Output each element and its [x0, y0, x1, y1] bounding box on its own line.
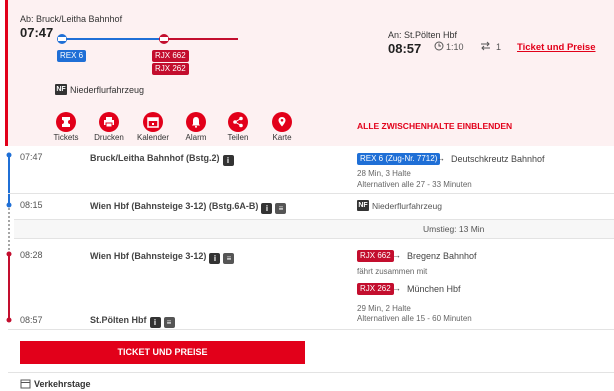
leg2-arrival-stop: St.Pölten Hbf i ≡: [90, 315, 175, 328]
elevator-icon[interactable]: ≡: [275, 203, 287, 214]
divider: [8, 372, 614, 373]
departure-time: 07:47: [20, 25, 54, 40]
train-badge-rjx-662: RJX 662: [152, 50, 189, 62]
print-icon[interactable]: [99, 112, 119, 132]
info-icon[interactable]: i: [209, 253, 221, 264]
leg2-arrow-icon: →: [392, 250, 401, 260]
changes-count: 1: [496, 42, 502, 52]
duration-value: 1:10: [446, 42, 464, 52]
leg2-destination2: München Hbf: [407, 284, 461, 294]
leg1-arrival-time: 08:15: [20, 200, 43, 210]
low-floor-label: Niederflurfahrzeug: [70, 85, 145, 95]
arrival-time: 08:57: [388, 41, 422, 56]
departure-label: Ab: Bruck/Leitha Bahnhof: [20, 14, 123, 24]
action-label[interactable]: Alarm: [176, 133, 216, 142]
leg2-arrival-time: 08:57: [20, 315, 43, 325]
ticket-and-price-button[interactable]: TICKET UND PREISE: [20, 341, 305, 364]
leg1-arrival-stop: Wien Hbf (Bahnsteige 3-12) (Bstg.6A-B) i ≡: [90, 201, 287, 214]
elevator-icon[interactable]: ≡: [163, 317, 175, 328]
leg1-departure-stop: Bruck/Leitha Bahnhof (Bstg.2) i: [90, 153, 234, 166]
bell-icon[interactable]: [186, 112, 206, 132]
operating-days-toggle[interactable]: Verkehrstage: [34, 379, 91, 389]
divider: [8, 193, 614, 194]
route-timeline: [57, 34, 238, 44]
leg2-alternatives: Alternativen alle 15 - 60 Minuten: [357, 314, 472, 323]
transfer-row: [14, 219, 614, 239]
transfer-icon: [481, 41, 490, 51]
leg1-arrow-icon: →: [436, 153, 445, 163]
leg2-departure-time: 08:28: [20, 250, 43, 260]
info-icon[interactable]: i: [222, 155, 234, 166]
leg1-train-badge: REX 6 (Zug-Nr. 7712): [357, 153, 441, 165]
stop-name: Wien Hbf (Bahnsteige 3-12): [90, 251, 207, 261]
info-icon[interactable]: i: [261, 203, 273, 214]
journey-timeline: [6, 152, 12, 323]
action-label[interactable]: Tickets: [46, 133, 86, 142]
leg2-destination: Bregenz Bahnhof: [407, 251, 477, 261]
train-badge-rex: REX 6: [57, 50, 87, 62]
calendar-icon[interactable]: [143, 112, 163, 132]
stop-name: Bruck/Leitha Bahnhof (Bstg.2): [90, 153, 220, 163]
leg2-train-badge: RJX 662: [357, 250, 394, 262]
show-all-stops-link[interactable]: ALLE ZWISCHENHALTE EINBLENDEN: [357, 121, 512, 131]
low-floor-icon: NF: [357, 200, 369, 211]
leg2-joined-note: fährt zusammen mit: [357, 267, 428, 276]
action-label[interactable]: Kalender: [133, 133, 173, 142]
leg1-details: 28 Min, 3 Halte: [357, 169, 411, 178]
divider: [8, 329, 614, 330]
stop-name: Wien Hbf (Bahnsteige 3-12) (Bstg.6A-B): [90, 201, 259, 211]
share-icon[interactable]: [228, 112, 248, 132]
transfer-duration: Umstieg: 13 Min: [423, 224, 485, 234]
action-label[interactable]: Karte: [262, 133, 302, 142]
calendar-icon: [20, 379, 31, 389]
map-icon[interactable]: [272, 112, 292, 132]
action-label[interactable]: Drucken: [89, 133, 129, 142]
clock-icon: [434, 41, 444, 51]
leg1-destination: Deutschkreutz Bahnhof: [451, 154, 545, 164]
train-badge-rjx-262: RJX 262: [152, 63, 189, 75]
elevator-icon[interactable]: ≡: [223, 253, 235, 264]
ticket-and-price-link[interactable]: Ticket und Preise: [517, 42, 596, 53]
arrival-label: An: St.Pölten Hbf: [388, 30, 458, 40]
ticket-icon[interactable]: [56, 112, 76, 132]
leg1-departure-time: 07:47: [20, 152, 43, 162]
info-icon[interactable]: i: [149, 317, 161, 328]
leg2-arrow2-icon: →: [392, 283, 401, 293]
leg1-vehicle: Niederflurfahrzeug: [372, 201, 442, 211]
low-floor-icon: NF: [55, 84, 67, 95]
leg2-departure-stop: Wien Hbf (Bahnsteige 3-12) i ≡: [90, 251, 235, 264]
leg1-alternatives: Alternativen alle 27 - 33 Minuten: [357, 180, 472, 189]
action-label[interactable]: Teilen: [218, 133, 258, 142]
stop-name: St.Pölten Hbf: [90, 315, 147, 325]
leg2-train2-badge: RJX 262: [357, 283, 394, 295]
